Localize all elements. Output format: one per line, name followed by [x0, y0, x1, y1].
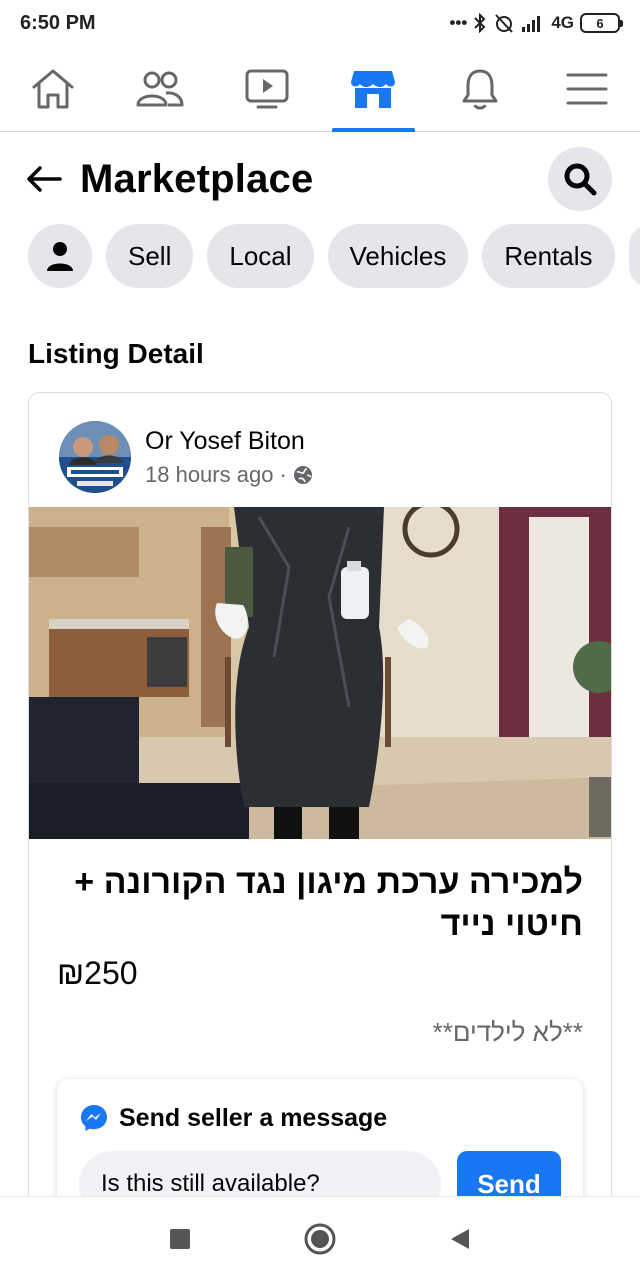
- chip-overflow[interactable]: [628, 224, 640, 288]
- back-button[interactable]: [24, 159, 64, 199]
- chip-sell[interactable]: Sell: [106, 224, 194, 288]
- tab-menu[interactable]: [533, 46, 640, 131]
- status-bar: 6:50 PM ••• 4G 6: [0, 0, 640, 46]
- signal-icon: [521, 14, 545, 32]
- messenger-icon: [81, 1105, 107, 1131]
- post-time: 18 hours ago ·: [145, 461, 287, 487]
- listing-description: **לא לילדים**: [432, 1017, 583, 1047]
- search-icon: [564, 163, 597, 196]
- globe-icon: [293, 465, 312, 484]
- tab-marketplace[interactable]: [320, 46, 427, 132]
- square-icon: [170, 1228, 190, 1249]
- listing-title: למכירה ערכת מיגון נגד הקורונה + חיטוי ני…: [74, 863, 583, 943]
- chip-rentals[interactable]: Rentals: [482, 224, 615, 288]
- network-type: 4G: [551, 13, 574, 32]
- profile-chip[interactable]: [28, 224, 92, 288]
- message-seller-box: Send seller a message Send: [57, 1079, 583, 1211]
- menu-icon: [566, 73, 608, 104]
- status-indicators: ••• 4G 6: [449, 13, 623, 33]
- home-icon: [32, 69, 74, 108]
- section-heading: Listing Detail: [28, 338, 204, 369]
- alarm-off-icon: [493, 13, 515, 33]
- message-heading-text: Send seller a message: [119, 1103, 388, 1132]
- recents-button[interactable]: [160, 1219, 200, 1259]
- tab-home[interactable]: [0, 46, 107, 131]
- watch-icon: [245, 69, 289, 108]
- category-chips: Sell Local Vehicles Rentals: [28, 224, 640, 290]
- bluetooth-icon: [473, 13, 487, 33]
- battery-icon: 6: [580, 13, 623, 33]
- listing-photo[interactable]: [29, 507, 611, 839]
- post-meta: 18 hours ago ·: [145, 462, 313, 488]
- bell-icon: [462, 69, 498, 109]
- marketplace-header: Marketplace: [0, 134, 640, 224]
- friends-icon: [136, 71, 184, 106]
- seller-avatar[interactable]: [59, 421, 131, 493]
- triangle-back-icon: [451, 1228, 469, 1249]
- top-navigation: [0, 46, 640, 132]
- tab-notifications[interactable]: [427, 46, 534, 131]
- back-system-button[interactable]: [440, 1219, 480, 1259]
- seller-info: Or Yosef Biton 18 hours ago ·: [145, 427, 313, 488]
- search-button[interactable]: [548, 147, 612, 211]
- battery-level: 6: [596, 15, 604, 31]
- message-heading: Send seller a message: [79, 1103, 387, 1133]
- seller-header[interactable]: Or Yosef Biton 18 hours ago ·: [59, 421, 313, 493]
- system-navigation-bar: [0, 1196, 640, 1280]
- person-icon: [47, 242, 73, 271]
- chip-local[interactable]: Local: [207, 224, 314, 288]
- seller-name[interactable]: Or Yosef Biton: [145, 427, 313, 456]
- chip-vehicles[interactable]: Vehicles: [327, 224, 469, 288]
- tab-watch[interactable]: [213, 46, 320, 131]
- listing-card: Or Yosef Biton 18 hours ago · למכירה ערכ…: [28, 392, 612, 1212]
- more-dots-icon: •••: [449, 13, 468, 32]
- home-system-button[interactable]: [300, 1219, 340, 1259]
- page-title: Marketplace: [80, 156, 314, 201]
- back-arrow-icon: [27, 166, 62, 192]
- circle-home-icon: [304, 1223, 336, 1254]
- tab-friends[interactable]: [107, 46, 214, 131]
- listing-price: ₪250: [57, 955, 138, 991]
- status-time: 6:50 PM: [20, 11, 96, 34]
- marketplace-icon: [351, 70, 396, 108]
